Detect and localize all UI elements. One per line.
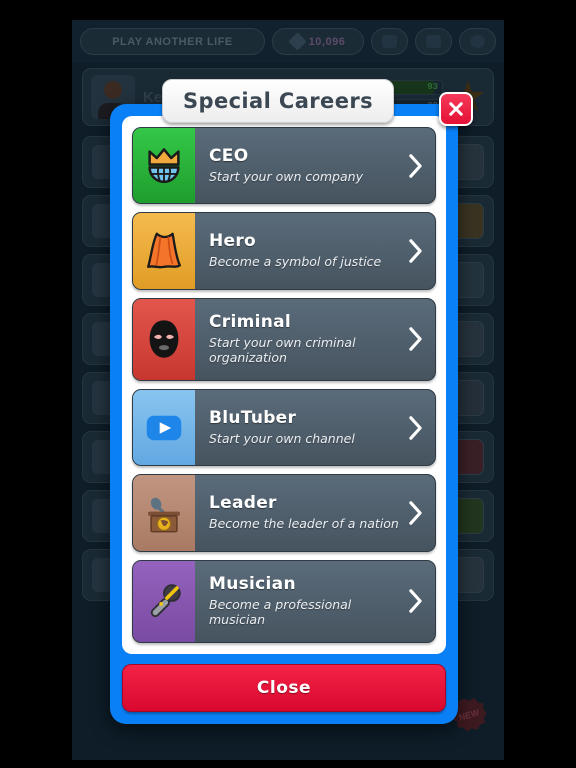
modal-title-label: Special Careers xyxy=(182,89,373,113)
career-item-musician[interactable]: Musician Become a professional musician xyxy=(132,559,436,643)
career-description: Start your own criminal organization xyxy=(209,334,356,366)
play-another-life-button[interactable]: PLAY ANOTHER LIFE xyxy=(80,28,265,55)
career-description: Become a professional musician xyxy=(209,596,352,628)
career-icon-tile xyxy=(133,213,195,289)
career-description: Start your own channel xyxy=(209,430,355,446)
career-name: Criminal xyxy=(209,312,292,333)
close-button-label: Close xyxy=(256,678,312,698)
career-item-ceo[interactable]: CEO Start your own company xyxy=(132,127,436,205)
career-text: Musician Become a professional musician xyxy=(195,561,435,642)
close-button[interactable]: Close xyxy=(122,664,446,712)
play-button-icon xyxy=(146,415,182,440)
balaclava-mask-icon xyxy=(149,320,179,358)
career-name: Musician xyxy=(209,574,296,595)
floppy-save-icon xyxy=(426,35,441,48)
special-careers-modal: CEO Start your own company Hero Become a… xyxy=(110,104,458,724)
cloud-button[interactable] xyxy=(371,28,408,55)
career-icon-tile xyxy=(133,475,195,551)
gem-count-label: 10,096 xyxy=(308,35,346,48)
cloud-icon xyxy=(382,35,397,48)
career-name: BluTuber xyxy=(209,408,297,429)
career-text: Criminal Start your own criminal organiz… xyxy=(195,299,435,380)
career-name: Hero xyxy=(209,231,257,252)
app-screen: PLAY ANOTHER LIFE 10,096 Kenneth Rosen xyxy=(0,0,576,768)
health-value: 93 xyxy=(427,82,438,92)
cape-icon xyxy=(147,232,181,269)
podium-microphone-icon xyxy=(148,497,180,533)
career-item-criminal[interactable]: Criminal Start your own criminal organiz… xyxy=(132,297,436,381)
gem-counter[interactable]: 10,096 xyxy=(272,28,364,55)
crown-globe-icon xyxy=(148,147,180,183)
save-button[interactable] xyxy=(415,28,452,55)
close-x-icon xyxy=(449,102,463,116)
career-text: BluTuber Start your own channel xyxy=(195,390,435,465)
career-text: Hero Become a symbol of justice xyxy=(195,213,435,288)
chevron-right-icon xyxy=(409,501,422,525)
career-text: Leader Become the leader of a nation xyxy=(195,475,435,550)
gear-icon xyxy=(470,35,485,48)
career-icon-tile xyxy=(133,560,195,642)
career-name: Leader xyxy=(209,493,277,514)
background-topbar: PLAY ANOTHER LIFE 10,096 xyxy=(72,20,504,63)
career-text: CEO Start your own company xyxy=(195,128,435,203)
chevron-right-icon xyxy=(409,153,422,178)
diamond-icon xyxy=(287,32,307,51)
career-icon-tile xyxy=(133,128,195,204)
modal-title: Special Careers xyxy=(162,79,394,123)
chevron-right-icon xyxy=(409,415,422,440)
career-name: CEO xyxy=(209,146,249,167)
settings-button[interactable] xyxy=(459,28,496,55)
career-item-leader[interactable]: Leader Become the leader of a nation xyxy=(132,474,436,552)
career-description: Become a symbol of justice xyxy=(209,254,382,270)
career-description: Start your own company xyxy=(209,168,363,184)
chevron-right-icon xyxy=(409,327,422,351)
career-description: Become the leader of a nation xyxy=(209,516,399,532)
chevron-right-icon xyxy=(409,239,422,263)
career-item-blutuber[interactable]: BluTuber Start your own channel xyxy=(132,388,436,467)
career-icon-tile xyxy=(133,389,195,466)
close-x-button[interactable] xyxy=(439,92,473,126)
career-icon-tile xyxy=(133,298,195,380)
careers-list-panel: CEO Start your own company Hero Become a… xyxy=(122,116,446,654)
microphone-icon xyxy=(150,584,181,618)
career-item-hero[interactable]: Hero Become a symbol of justice xyxy=(132,212,436,290)
play-another-life-label: PLAY ANOTHER LIFE xyxy=(112,35,233,48)
chevron-right-icon xyxy=(409,589,422,613)
